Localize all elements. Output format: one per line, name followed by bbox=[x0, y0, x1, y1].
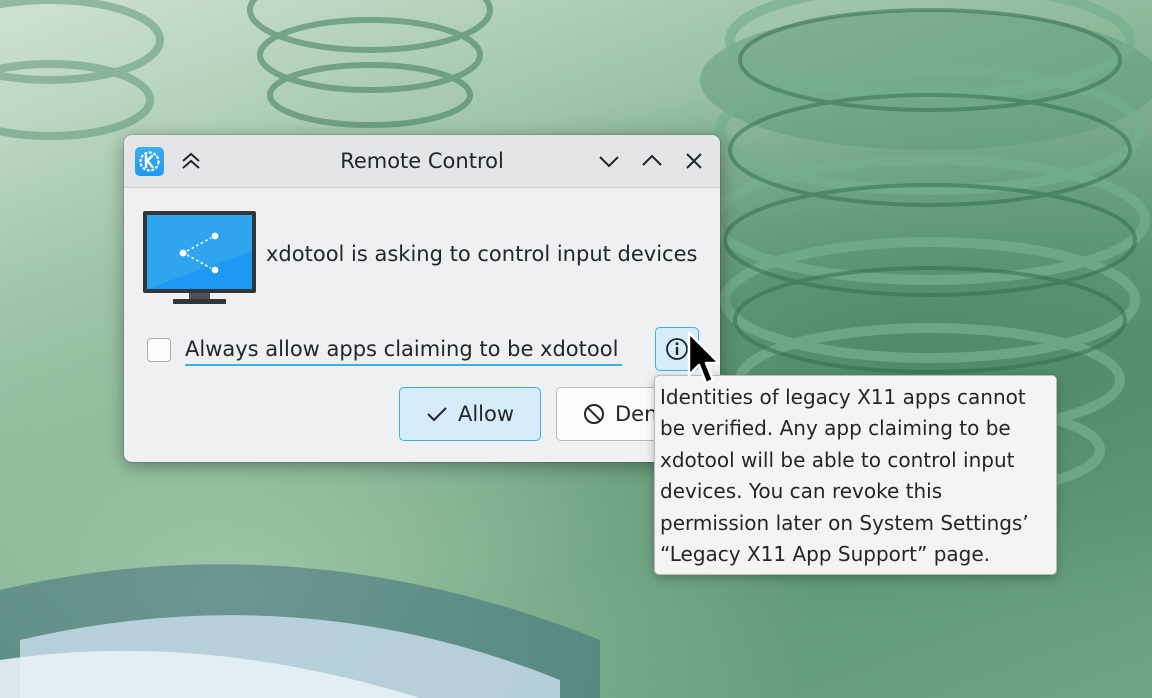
tooltip-line: “Legacy X11 App Support” page. bbox=[660, 542, 991, 567]
kde-logo-icon[interactable] bbox=[135, 147, 164, 176]
keep-above-icon[interactable] bbox=[177, 147, 205, 175]
titlebar[interactable]: Remote Control bbox=[124, 135, 720, 188]
cancel-icon bbox=[584, 404, 604, 424]
allow-button[interactable]: Allow bbox=[399, 387, 541, 441]
tooltip-line: xdotool will be able to control input bbox=[660, 447, 1015, 472]
window-title: Remote Control bbox=[340, 149, 504, 173]
mouse-pointer-icon bbox=[687, 331, 721, 385]
tooltip-line: devices. You can revoke this bbox=[660, 479, 943, 504]
maximize-icon[interactable] bbox=[638, 147, 666, 175]
tooltip-line: be verified. Any app claiming to be bbox=[660, 416, 1011, 441]
tooltip-line: permission later on System Settings’ bbox=[660, 510, 1029, 535]
checkmark-icon bbox=[427, 407, 447, 422]
remote-control-dialog: Remote Control xdotool is asking to cont… bbox=[124, 135, 720, 462]
minimize-icon[interactable] bbox=[595, 147, 623, 175]
desktop-wallpaper: Remote Control xdotool is asking to cont… bbox=[0, 0, 1152, 698]
allow-button-label: Allow bbox=[457, 402, 515, 426]
permission-message: xdotool is asking to control input devic… bbox=[266, 242, 698, 266]
close-icon[interactable] bbox=[680, 147, 708, 175]
always-allow-checkbox[interactable] bbox=[147, 338, 171, 362]
always-allow-label[interactable]: Always allow apps claiming to be xdotool bbox=[185, 337, 622, 366]
remote-desktop-monitor-icon bbox=[143, 211, 256, 304]
info-tooltip: Identities of legacy X11 apps cannot be … bbox=[654, 375, 1057, 575]
